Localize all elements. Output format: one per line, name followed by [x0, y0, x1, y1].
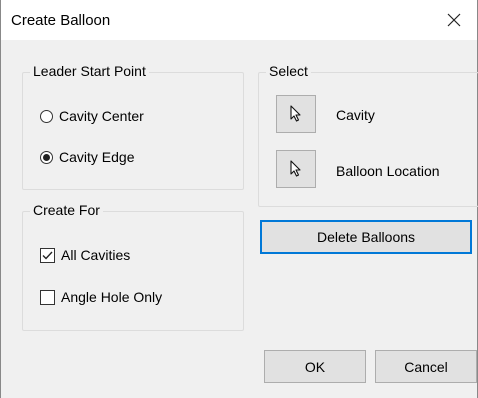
- close-icon: [447, 13, 461, 27]
- title-bar: Create Balloon: [1, 0, 477, 40]
- select-cavity-label: Cavity: [336, 107, 375, 123]
- checkbox-angle-hole-only[interactable]: Angle Hole Only: [40, 289, 162, 305]
- cursor-arrow-icon: [290, 160, 301, 177]
- delete-balloons-button[interactable]: Delete Balloons: [260, 220, 472, 254]
- radio-button[interactable]: [40, 109, 53, 123]
- window-title: Create Balloon: [11, 12, 111, 29]
- checkbox-all-cavities[interactable]: All Cavities: [40, 247, 130, 263]
- cursor-arrow-icon: [290, 105, 301, 122]
- checkbox[interactable]: [40, 247, 55, 263]
- radio-label: Cavity Center: [59, 108, 144, 124]
- radio-label: Cavity Edge: [59, 149, 135, 165]
- radio-button[interactable]: [40, 150, 53, 164]
- select-balloon-location-label: Balloon Location: [336, 163, 440, 179]
- leader-start-point-caption: Leader Start Point: [30, 63, 149, 79]
- create-for-caption: Create For: [30, 202, 103, 218]
- checkbox-label: All Cavities: [61, 247, 131, 263]
- ok-button[interactable]: OK: [264, 350, 366, 383]
- create-for-group: Create For All Cavities Angle Hole Only: [22, 202, 244, 331]
- select-caption: Select: [266, 63, 311, 79]
- cancel-button[interactable]: Cancel: [375, 350, 477, 383]
- close-button[interactable]: [431, 0, 477, 40]
- radio-cavity-edge[interactable]: Cavity Edge: [40, 149, 134, 165]
- create-balloon-dialog: Create Balloon Leader Start Point Cavity…: [0, 0, 478, 398]
- checkbox-label: Angle Hole Only: [61, 289, 163, 305]
- check-icon: [42, 251, 53, 260]
- radio-cavity-center[interactable]: Cavity Center: [40, 108, 144, 124]
- leader-start-point-group: Leader Start Point Cavity Center Cavity …: [22, 63, 244, 190]
- select-group: Select Cavity Balloon Location: [258, 63, 478, 207]
- select-cavity-button[interactable]: [276, 95, 316, 133]
- checkbox[interactable]: [40, 289, 55, 305]
- select-balloon-location-button[interactable]: [276, 150, 316, 188]
